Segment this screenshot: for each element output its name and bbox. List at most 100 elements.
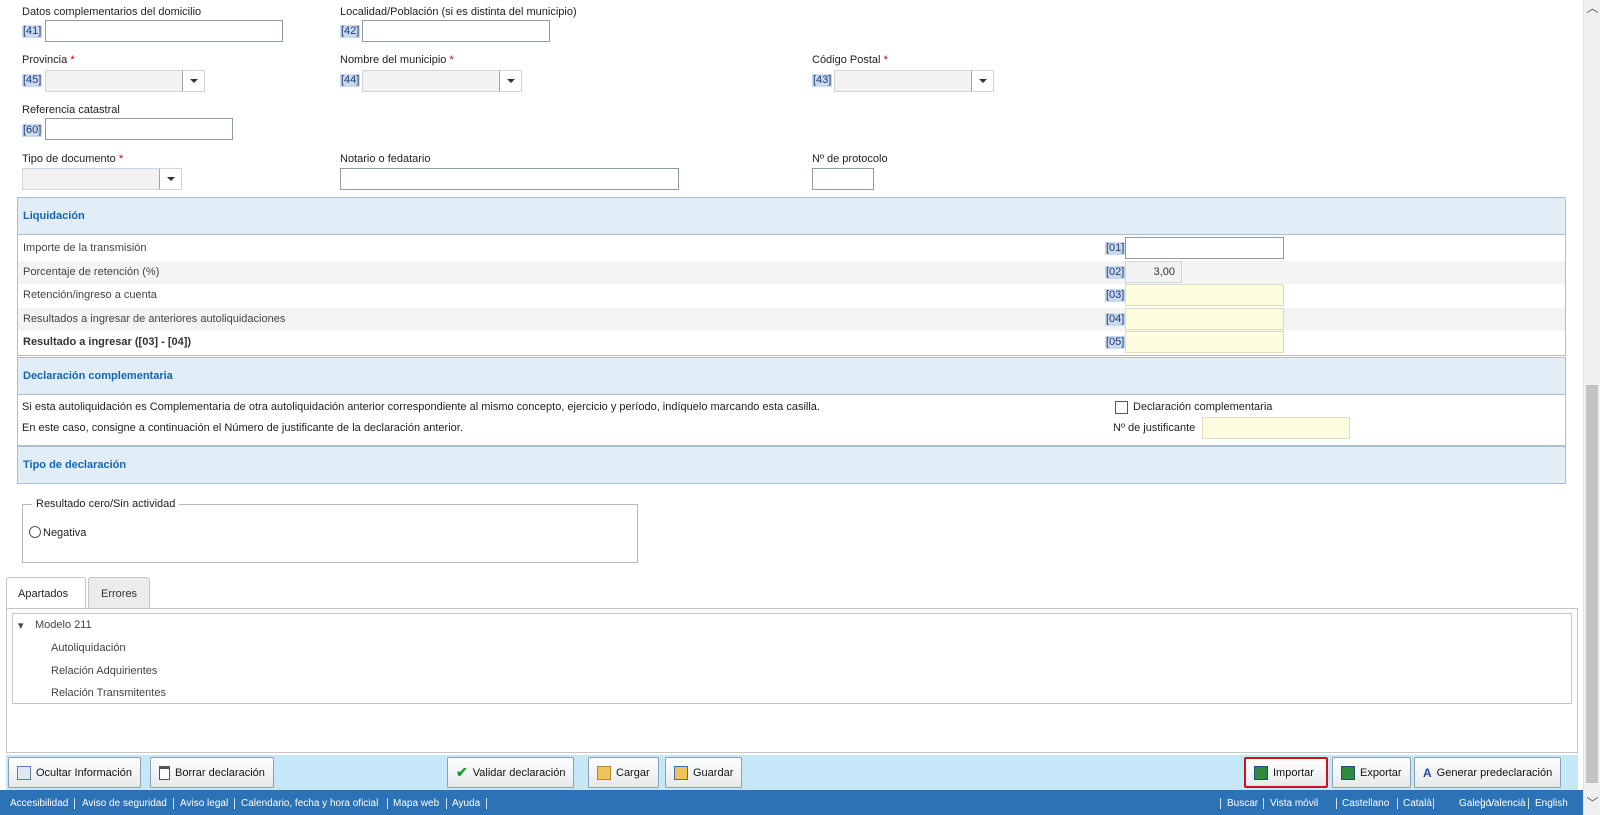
cargar-button[interactable]: Cargar — [588, 757, 659, 788]
municipio-select[interactable] — [362, 70, 522, 92]
trash-icon — [159, 765, 170, 780]
chevron-down-icon[interactable] — [182, 71, 204, 91]
footer-link-castellano[interactable]: Castellano — [1342, 798, 1389, 809]
scrollbar-thumb[interactable] — [1586, 385, 1598, 783]
complementaria-checkbox[interactable] — [1115, 401, 1128, 414]
footer-link-valencia[interactable]: Valencià — [1488, 798, 1526, 809]
monitor-icon — [17, 765, 31, 780]
tipo-declaracion-header: Tipo de declaración — [17, 446, 1566, 484]
folder-save-icon — [674, 765, 688, 780]
section-title: Liquidación — [23, 210, 85, 222]
row-label: Resultado a ingresar ([03] - [04]) — [23, 336, 192, 348]
liquidacion-row: Porcentaje de retención (%) — [18, 261, 1565, 284]
footer-link-english[interactable]: English — [1535, 798, 1568, 809]
liquidacion-row: Resultados a ingresar de anteriores auto… — [18, 308, 1565, 331]
codigo-postal-select[interactable] — [834, 70, 994, 92]
field-code-03: [03] — [1105, 289, 1126, 302]
footer-bar: Accesibilidad Aviso de seguridad Aviso l… — [0, 790, 1583, 815]
porcentaje-retencion-input: 3,00 — [1125, 261, 1182, 283]
checkmark-icon: ✔ — [456, 764, 468, 780]
referencia-catastral-label: Referencia catastral — [22, 104, 120, 116]
tree-expand-icon[interactable]: ▾ — [18, 619, 24, 632]
footer-link-ayuda[interactable]: Ayuda — [452, 798, 480, 809]
notario-input[interactable] — [340, 168, 679, 190]
row-label: Resultados a ingresar de anteriores auto… — [23, 313, 286, 325]
importe-transmision-input[interactable] — [1125, 237, 1284, 259]
liquidacion-row: Resultado a ingresar ([03] - [04]) — [18, 331, 1565, 354]
tipo-documento-label: Tipo de documento * — [22, 153, 124, 165]
justificante-input — [1202, 417, 1350, 439]
tree-item[interactable]: Relación Adquirientes — [51, 665, 157, 677]
negativa-radio[interactable] — [29, 526, 41, 538]
referencia-catastral-input[interactable] — [45, 118, 233, 140]
agencia-tributaria-logo-icon: A — [1423, 765, 1432, 780]
field-code-45: [45] — [22, 74, 43, 87]
protocolo-label: Nº de protocolo — [812, 153, 888, 165]
section-title: Declaración complementaria — [23, 370, 173, 382]
chevron-down-icon[interactable] — [499, 71, 521, 91]
complementaria-header: Declaración complementaria — [17, 357, 1566, 395]
field-code-04: [04] — [1105, 313, 1126, 326]
tree-item[interactable]: Autoliquidación — [51, 642, 126, 654]
liquidacion-row: Importe de la transmisión — [18, 237, 1565, 260]
tree-item[interactable]: Relación Transmitentes — [51, 687, 166, 699]
field-code-02: [02] — [1105, 266, 1126, 279]
validar-declaracion-button[interactable]: ✔ Validar declaración — [447, 757, 575, 788]
scroll-down-icon[interactable]: ﹀ — [1584, 795, 1600, 812]
footer-link-galego[interactable]: Galego — [1459, 798, 1491, 809]
footer-link-calendario[interactable]: Calendario, fecha y hora oficial — [241, 798, 378, 809]
export-icon — [1341, 765, 1355, 780]
scrollbar-track[interactable]: ︿ ﹀ — [1583, 0, 1600, 815]
scroll-up-icon[interactable]: ︿ — [1584, 0, 1600, 17]
municipio-label: Nombre del municipio * — [340, 54, 454, 66]
datos-complementarios-label: Datos complementarios del domicilio — [22, 6, 202, 18]
protocolo-input[interactable] — [812, 168, 874, 190]
footer-link-aviso-seguridad[interactable]: Aviso de seguridad — [82, 798, 167, 809]
complementaria-checkbox-label: Declaración complementaria — [1133, 401, 1273, 413]
exportar-button[interactable]: Exportar — [1332, 757, 1411, 788]
guardar-button[interactable]: Guardar — [665, 757, 743, 788]
folder-open-icon — [597, 765, 611, 780]
ocultar-informacion-button[interactable]: Ocultar Información — [8, 757, 141, 788]
tree-box — [12, 613, 1572, 704]
liquidacion-row: Retención/ingreso a cuenta — [18, 284, 1565, 307]
anteriores-input — [1125, 308, 1284, 330]
datos-complementarios-input[interactable] — [45, 20, 283, 42]
importar-button[interactable]: Importar — [1244, 757, 1328, 788]
field-code-42: [42] — [340, 25, 361, 38]
field-code-05: [05] — [1105, 336, 1126, 349]
field-code-44: [44] — [340, 74, 361, 87]
field-code-41: [41] — [22, 25, 43, 38]
notario-label: Notario o fedatario — [340, 153, 431, 165]
field-code-60: [60] — [22, 124, 43, 137]
footer-link-catala[interactable]: Català — [1403, 798, 1432, 809]
provincia-label: Provincia * — [22, 54, 75, 66]
localidad-label: Localidad/Población (si es distinta del … — [340, 6, 577, 18]
tab-errores[interactable]: Errores — [88, 577, 150, 608]
codigo-postal-label: Código Postal * — [812, 54, 888, 66]
chevron-down-icon[interactable] — [159, 169, 181, 189]
localidad-input[interactable] — [362, 20, 550, 42]
footer-link-aviso-legal[interactable]: Aviso legal — [180, 798, 228, 809]
provincia-select[interactable] — [45, 70, 205, 92]
justificante-label: Nº de justificante — [1113, 422, 1196, 434]
footer-link-mapa-web[interactable]: Mapa web — [393, 798, 439, 809]
resultado-cero-fieldset — [22, 504, 638, 563]
tree-root[interactable]: Modelo 211 — [35, 619, 92, 631]
footer-link-accesibilidad[interactable]: Accesibilidad — [10, 798, 68, 809]
footer-link-buscar[interactable]: Buscar — [1227, 798, 1258, 809]
complementaria-text-1: Si esta autoliquidación es Complementari… — [22, 401, 820, 413]
row-label: Importe de la transmisión — [23, 242, 147, 254]
row-label: Retención/ingreso a cuenta — [23, 289, 157, 301]
generar-predeclaracion-button[interactable]: A Generar predeclaración — [1414, 757, 1562, 788]
field-code-01: [01] — [1105, 242, 1126, 255]
borrar-declaracion-button[interactable]: Borrar declaración — [150, 757, 274, 788]
tipo-documento-select[interactable] — [22, 168, 182, 190]
chevron-down-icon[interactable] — [971, 71, 993, 91]
footer-link-vista-movil[interactable]: Vista móvil — [1270, 798, 1318, 809]
retencion-input — [1125, 284, 1284, 306]
negativa-radio-label: Negativa — [43, 527, 87, 539]
field-code-43: [43] — [812, 74, 833, 87]
tab-apartados[interactable]: Apartados — [6, 577, 86, 609]
liquidacion-header: Liquidación — [17, 197, 1566, 235]
